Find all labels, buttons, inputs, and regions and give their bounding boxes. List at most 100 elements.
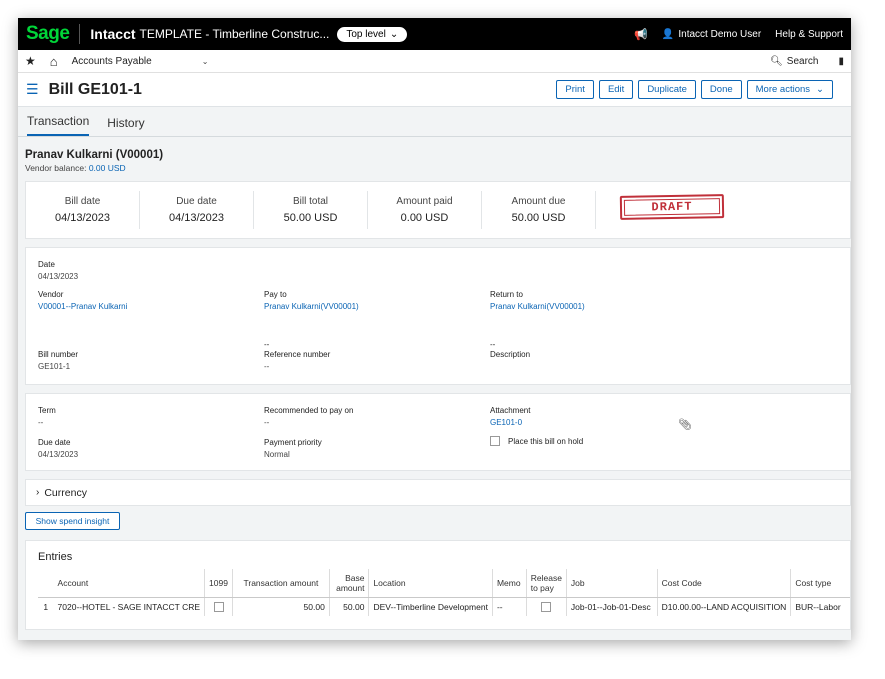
user-icon: 👤 (661, 28, 675, 40)
top-level-label: Top level (346, 28, 386, 40)
chevron-right-icon: › (36, 487, 40, 498)
col-job[interactable]: Job (566, 569, 658, 598)
row-cost-type: BUR--Labor (795, 601, 841, 612)
release-to-pay-checkbox[interactable] (541, 602, 552, 613)
col-location[interactable]: Location (368, 569, 493, 598)
pay-to-field: Pay to Pranav Kulkarni(VV00001) (264, 290, 359, 311)
app-window: Sage Intacct TEMPLATE - Timberline Const… (18, 18, 851, 640)
top-level-dropdown[interactable]: Top level ⌄ (337, 26, 408, 42)
bookmark-icon[interactable]: ▮ (838, 56, 844, 67)
attachment-label: Attachment (490, 406, 531, 415)
term-value: -- (38, 418, 44, 427)
tab-history[interactable]: History (107, 116, 144, 136)
return-to-extra: -- (490, 340, 496, 349)
return-to-link[interactable]: Pranav Kulkarni(VV00001) (490, 302, 585, 311)
date-value: 04/13/2023 (38, 272, 79, 281)
help-support-link[interactable]: Help & Support (775, 29, 843, 40)
row-memo: -- (492, 597, 527, 616)
vendor-name: Pranav Kulkarni (V00001) (25, 149, 164, 161)
chevron-down-icon[interactable]: ⌄ (202, 57, 209, 66)
summary-bill-date: Bill date 04/13/2023 (26, 191, 140, 229)
recommended-pay-field: Recommended to pay on -- (264, 406, 353, 427)
table-row[interactable]: 1 7020--HOTEL - SAGE INTACCT CRE 50.00 5… (38, 597, 850, 616)
reference-value: -- (264, 362, 270, 371)
tab-transaction[interactable]: Transaction (27, 114, 90, 136)
hold-checkbox[interactable] (490, 436, 500, 446)
search-button[interactable]: 🔍︎ Search (770, 56, 818, 67)
more-actions-label: More actions (755, 84, 811, 95)
term-field: Term -- (38, 406, 56, 427)
row-index: 1 (43, 601, 49, 612)
bill-summary: Bill date 04/13/2023 Due date 04/13/2023… (25, 181, 851, 239)
row-base-amount: 50.00 (329, 597, 370, 616)
priority-label: Payment priority (264, 438, 322, 447)
amount-paid-label: Amount paid (396, 196, 453, 207)
col-transaction-amount[interactable]: Transaction amount (232, 569, 330, 598)
col-memo[interactable]: Memo (492, 569, 527, 598)
recommended-label: Recommended to pay on (264, 406, 354, 415)
terms-due-date-value: 04/13/2023 (38, 450, 79, 459)
more-actions-button[interactable]: More actions ⌄ (746, 80, 833, 99)
show-spend-insight-button[interactable]: Show spend insight (25, 512, 120, 530)
currency-section-toggle[interactable]: › Currency (25, 479, 851, 506)
company-name[interactable]: TEMPLATE - Timberline Construc... (140, 27, 330, 41)
vendor-balance-label: Vendor balance: (25, 163, 87, 173)
search-label: Search (786, 55, 819, 67)
bill-date-value: 04/13/2023 (54, 212, 111, 224)
done-button[interactable]: Done (700, 80, 742, 99)
chevron-down-icon: ⌄ (389, 28, 399, 40)
amount-paid-value: 0.00 USD (400, 212, 449, 224)
pay-to-link[interactable]: Pranav Kulkarni(VV00001) (264, 302, 359, 311)
description-label: Description (490, 350, 531, 359)
bill-number-field: Bill number GE101-1 (38, 350, 78, 371)
row-transaction-amount: 50.00 (232, 597, 330, 616)
vendor-label: Vendor (38, 290, 64, 299)
vendor-field: Vendor V00001--Pranav Kulkarni (38, 290, 127, 311)
col-cost-type[interactable]: Cost type (790, 569, 850, 598)
paperclip-icon[interactable]: 📎︎ (678, 418, 692, 431)
print-button[interactable]: Print (556, 80, 594, 99)
form-1099-checkbox[interactable] (213, 602, 224, 613)
summary-due-date: Due date 04/13/2023 (140, 191, 254, 229)
col-1099[interactable]: 1099 (204, 569, 233, 598)
due-date-value: 04/13/2023 (168, 212, 225, 224)
col-cost-code[interactable]: Cost Code (657, 569, 792, 598)
col-release-to-pay[interactable]: Release to pay (526, 569, 567, 598)
duplicate-button[interactable]: Duplicate (638, 80, 696, 99)
date-label: Date (38, 260, 55, 269)
vendor-link[interactable]: V00001--Pranav Kulkarni (38, 302, 127, 311)
star-icon[interactable]: ★ (25, 54, 36, 68)
return-to-field: Return to Pranav Kulkarni(VV00001) (490, 290, 585, 311)
vendor-balance-value[interactable]: 0.00 USD (89, 163, 126, 173)
user-menu[interactable]: 👤 Intacct Demo User (662, 29, 761, 40)
entries-title: Entries (38, 551, 73, 563)
row-release-to-pay (526, 597, 567, 616)
home-icon[interactable]: ⌂ (50, 54, 58, 69)
amount-due-label: Amount due (511, 196, 566, 207)
row-cost-code: D10.00.00--LAND ACQUISITION (657, 597, 792, 616)
attachment-link[interactable]: GE101-0 (490, 418, 530, 427)
term-label: Term (38, 406, 56, 415)
due-date-field: Due date 04/13/2023 (38, 438, 78, 459)
chevron-down-icon: ⌄ (816, 84, 824, 95)
col-base-amount[interactable]: Base amount (329, 569, 370, 598)
description-field: Description (490, 350, 530, 362)
pay-to-label: Pay to (264, 290, 287, 299)
bill-total-value: 50.00 USD (283, 212, 338, 224)
summary-amount-paid: Amount paid 0.00 USD (368, 191, 482, 229)
entries-header-row: Account 1099 Transaction amount Base amo… (38, 569, 850, 598)
app-name: Intacct (90, 26, 136, 42)
col-account[interactable]: Account (53, 569, 206, 598)
edit-button[interactable]: Edit (598, 80, 634, 99)
module-name[interactable]: Accounts Payable (72, 56, 152, 67)
bill-total-label: Bill total (292, 196, 328, 207)
megaphone-icon[interactable]: 📢 (634, 28, 648, 41)
reference-label: Reference number (264, 350, 331, 359)
currency-label: Currency (44, 486, 87, 499)
hold-checkbox-row[interactable]: Place this bill on hold (490, 436, 583, 446)
sage-logo[interactable]: Sage (26, 24, 81, 44)
terms-due-date-label: Due date (38, 438, 71, 447)
tab-bar: Transaction History (18, 107, 851, 137)
list-icon[interactable]: ☰ (26, 81, 39, 98)
priority-value: Normal (264, 450, 290, 459)
